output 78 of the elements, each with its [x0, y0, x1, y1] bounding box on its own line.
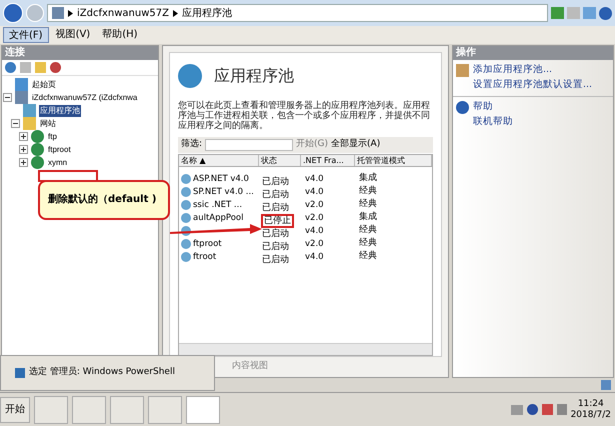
- table-cell: 已启动: [261, 203, 290, 213]
- table-cell-text: 经典: [358, 250, 378, 264]
- tree-item[interactable]: iZdcfxnwanuw57Z (iZdcfxnwa: [31, 92, 138, 104]
- page-description: 您可以在此页上查看和管理服务器上的应用程序池列表。应用程序池与工作进程相关联，包含一个或多个应用程序，并提供不同应用程序之间的隔离。: [178, 101, 431, 131]
- menu-item[interactable]: 视图(V): [50, 27, 96, 43]
- panel-header: 连接: [2, 46, 158, 60]
- horizontal-scrollbar[interactable]: [179, 343, 432, 355]
- address-field[interactable]: iZdcfxnwanuw57Z 应用程序池: [47, 4, 548, 22]
- expand-icon[interactable]: [19, 132, 28, 141]
- breadcrumb-item[interactable]: 应用程序池: [182, 6, 232, 20]
- show-all-button[interactable]: 全部显示(A): [331, 138, 380, 152]
- page-title: 应用程序池: [214, 65, 294, 87]
- table-cell: ssic .NET ...: [193, 198, 242, 212]
- table-cell-text: 经典: [358, 185, 378, 198]
- action-link[interactable]: 设置应用程序池默认设置...: [473, 78, 592, 93]
- column-header[interactable]: 名称 ▲: [179, 155, 259, 166]
- disconnect-icon[interactable]: [50, 62, 61, 73]
- collapse-icon[interactable]: [3, 93, 12, 102]
- table-cell: 已启动: [261, 242, 290, 252]
- tree-item[interactable]: ftproot: [47, 144, 72, 156]
- table-cell-text: 经典: [358, 198, 378, 212]
- table-cell: 已启动: [261, 255, 290, 265]
- table-cell-text: 集成: [358, 172, 378, 186]
- table-cell-text: v2.0: [304, 212, 325, 224]
- table-cell: 已停止: [261, 214, 294, 228]
- globe-icon: [31, 156, 44, 169]
- filter-field[interactable]: [205, 139, 294, 151]
- column-header[interactable]: 托管管道模式: [355, 155, 432, 166]
- table-cell: 已启动: [261, 229, 290, 239]
- tree-item[interactable]: 网站: [39, 118, 57, 130]
- globe-icon: [31, 130, 44, 143]
- table-cell: 已启动: [261, 177, 290, 187]
- table-cell-text: v4.0: [304, 186, 325, 198]
- column-header[interactable]: .NET Fra...: [301, 155, 355, 166]
- table-cell-text: 集成: [358, 211, 378, 224]
- table-cell: ASP.NET v4.0: [193, 172, 249, 186]
- table-cell: aultAppPool: [193, 212, 244, 224]
- tree-item[interactable]: 应用程序池: [39, 104, 81, 116]
- table-cell: 已启动: [261, 190, 290, 200]
- help-icon[interactable]: [526, 404, 538, 415]
- table-cell-text: 经典: [358, 237, 378, 250]
- go-button[interactable]: 开始(G): [296, 138, 328, 152]
- table-cell-text: v4.0: [304, 250, 325, 264]
- breadcrumb-arrow-icon: [173, 10, 178, 16]
- table-cell-text: v2.0: [304, 198, 325, 212]
- back-icon[interactable]: [3, 3, 23, 23]
- table-cell: SP.NET v4.0 ...: [193, 186, 254, 198]
- filter-label: 筛选:: [181, 138, 202, 152]
- globe-icon: [31, 143, 44, 156]
- column-header[interactable]: 状态: [259, 155, 301, 166]
- tooltip-text: 选定 管理员: Windows PowerShell: [29, 366, 175, 380]
- menu-item[interactable]: 帮助(H): [97, 27, 143, 43]
- start-button[interactable]: 开始: [0, 396, 30, 422]
- table-cell-text: v2.0: [304, 238, 325, 250]
- action-link[interactable]: 帮助: [473, 100, 493, 115]
- table-cell-text: 经典: [358, 224, 378, 238]
- connect-icon[interactable]: [5, 62, 16, 73]
- collapse-icon[interactable]: [11, 119, 20, 128]
- help-icon[interactable]: [599, 6, 612, 20]
- action-link[interactable]: 添加应用程序池...: [473, 63, 552, 78]
- table-cell-text: v4.0: [304, 172, 325, 186]
- menu-item[interactable]: 文件(F): [3, 27, 49, 43]
- callout-text: 删除默认的（default ): [48, 194, 156, 205]
- table-cell-text: v4.0: [304, 224, 325, 238]
- action-link[interactable]: 联机帮助: [473, 115, 513, 130]
- expand-icon[interactable]: [19, 145, 28, 154]
- table-cell: ftproot: [193, 238, 222, 250]
- tree-item[interactable]: xymn: [47, 156, 68, 168]
- breadcrumb-item[interactable]: iZdcfxnwanuw57Z: [77, 6, 169, 20]
- tree-item[interactable]: ftp: [47, 130, 58, 142]
- help-icon: [456, 101, 469, 114]
- table-cell: ftroot: [193, 250, 216, 264]
- panel-header: 操作: [453, 46, 613, 60]
- breadcrumb-arrow-icon: [68, 10, 73, 16]
- clock-date: 2018/7/2: [570, 410, 611, 420]
- tree-item[interactable]: 起始页: [31, 78, 57, 90]
- expand-icon[interactable]: [19, 158, 28, 167]
- clock-time: 11:24: [578, 398, 604, 410]
